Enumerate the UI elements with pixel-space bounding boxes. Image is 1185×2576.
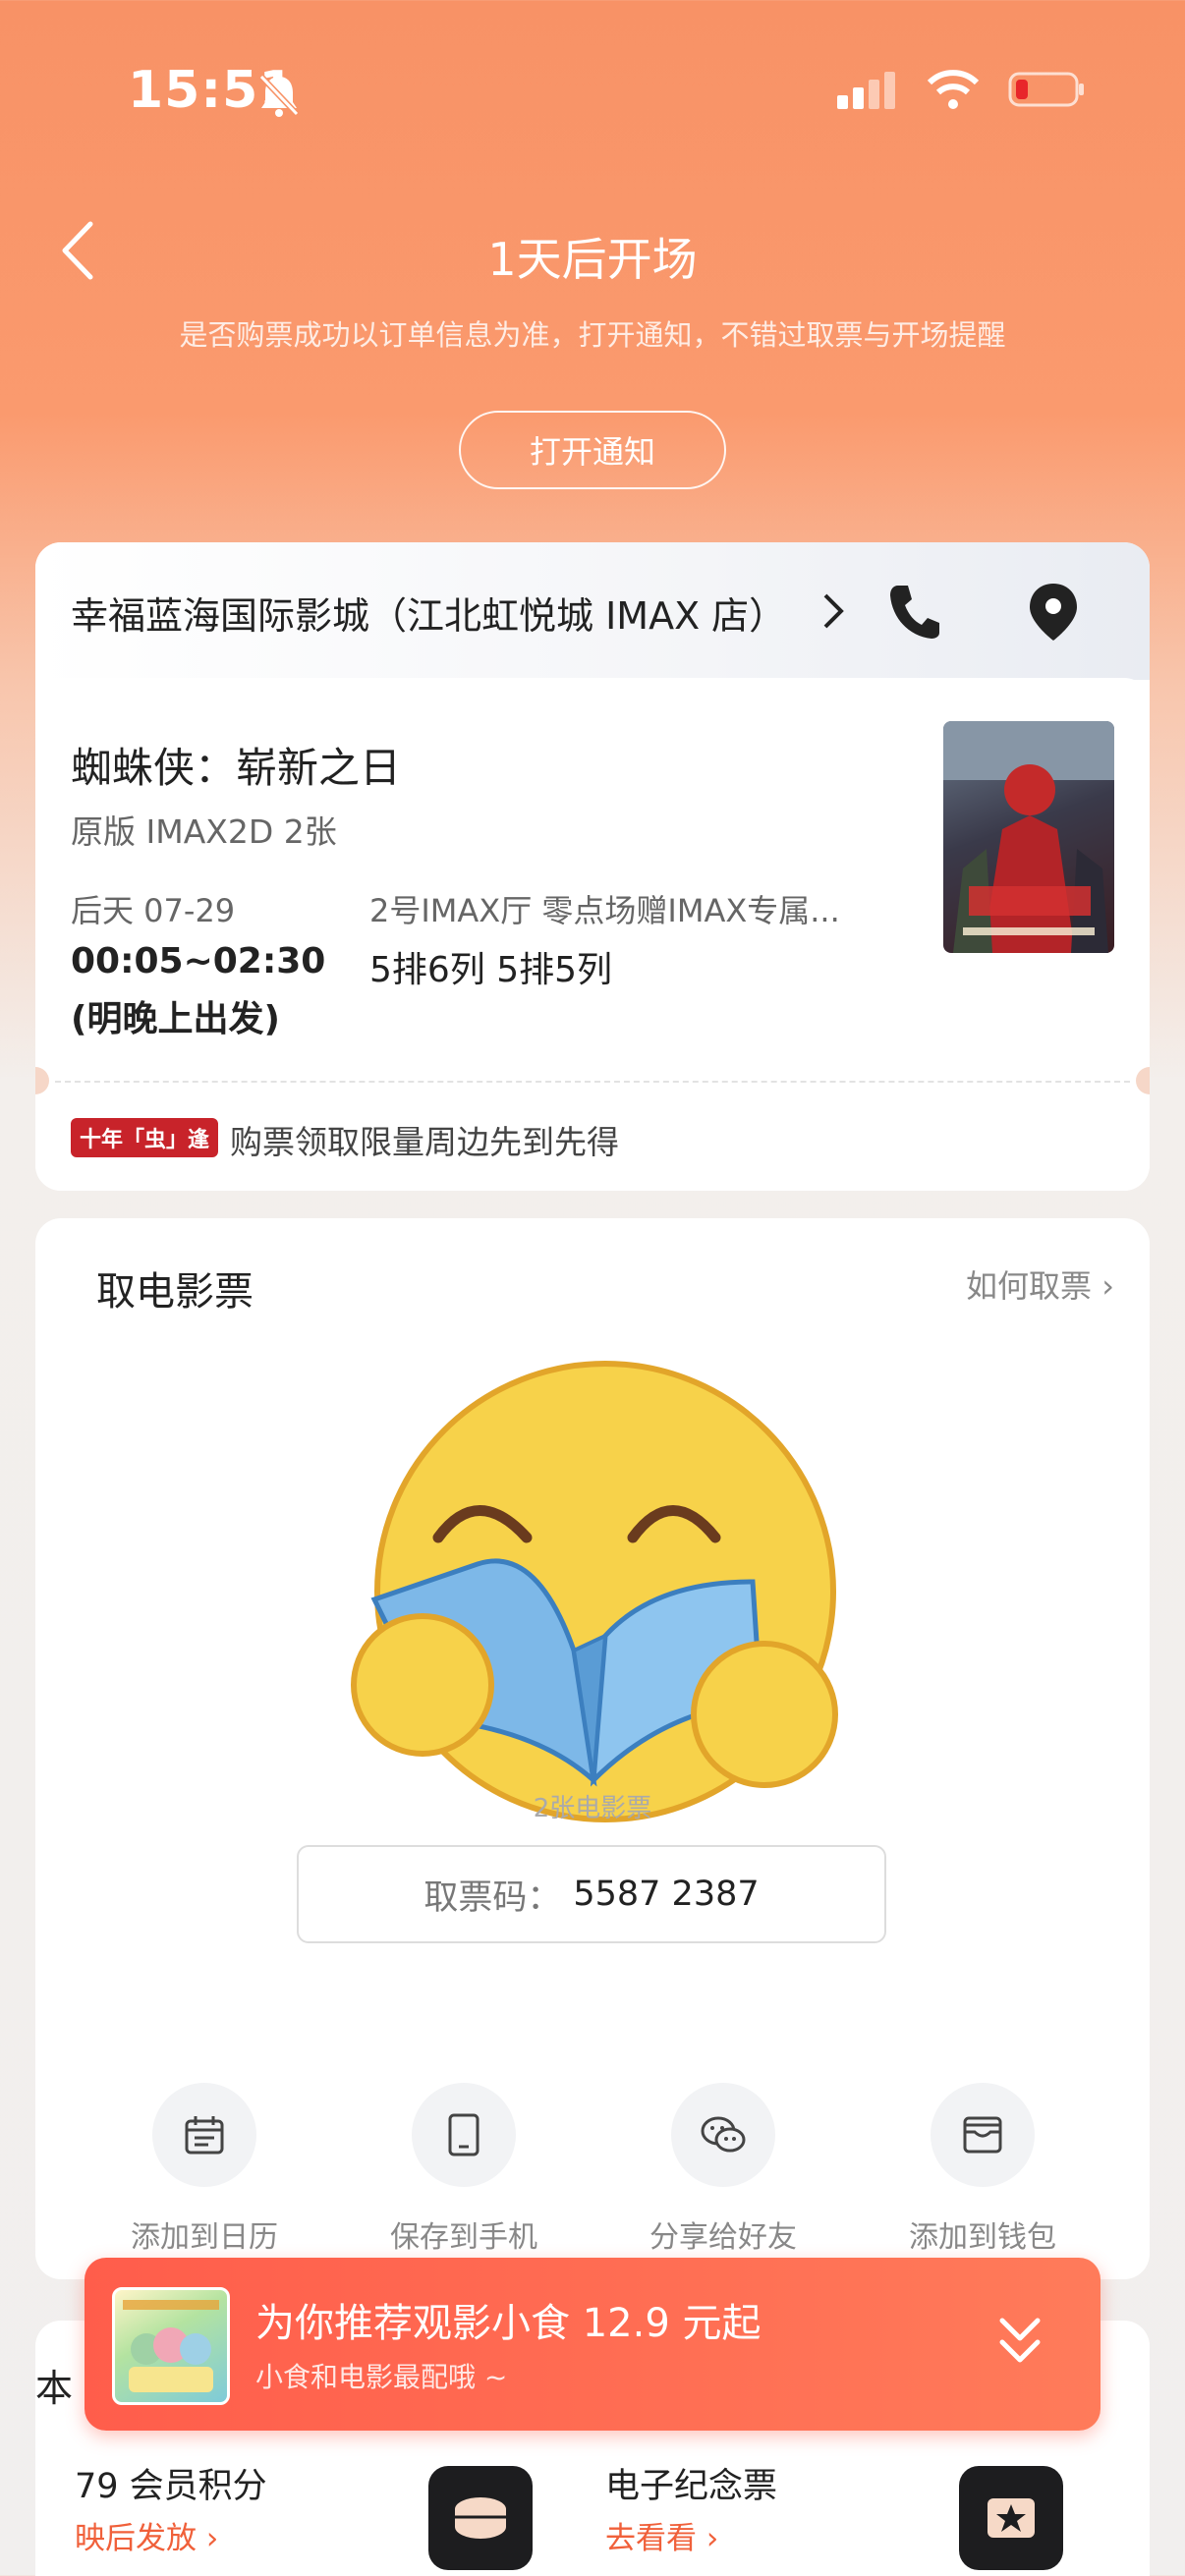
qr-caption: 2张电影票: [533, 1794, 652, 1823]
how-to-pickup-link[interactable]: 如何取票 ›: [966, 1261, 1114, 1307]
status-icons: [837, 69, 1087, 110]
star-ticket-icon: [959, 2466, 1063, 2570]
action-label: 分享给好友: [649, 2220, 797, 2255]
phone-save-icon: [412, 2083, 516, 2187]
member-points-cell[interactable]: 79 会员积分 映后发放 ›: [35, 2419, 566, 2576]
page-title: 1天后开场: [487, 233, 698, 286]
ticket-notch-right: [1136, 1067, 1150, 1094]
show-time-note: (明晚上出发): [71, 999, 280, 1039]
share-to-friend-button[interactable]: 分享给好友: [605, 2083, 841, 2256]
phone-icon[interactable]: [886, 582, 941, 641]
movie-version: 原版 IMAX2D 2张: [71, 812, 337, 851]
movie-title: 蜘蛛侠：崭新之日: [71, 744, 402, 792]
location-pin-icon[interactable]: [1028, 582, 1079, 643]
member-points-link[interactable]: 映后发放 ›: [75, 2513, 218, 2557]
snack-thumbnail: [112, 2287, 230, 2405]
snack-subtitle: 小食和电影最配哦 ~: [255, 2361, 508, 2393]
wifi-icon: [927, 70, 980, 109]
wallet-icon: [931, 2083, 1035, 2187]
wechat-icon: [671, 2083, 775, 2187]
save-to-phone-button[interactable]: 保存到手机: [346, 2083, 582, 2256]
snack-recommendation-banner[interactable]: 为你推荐观影小食 12.9 元起 小食和电影最配哦 ~: [85, 2258, 1100, 2431]
action-label: 添加到钱包: [909, 2220, 1056, 2255]
order-card: 幸福蓝海国际影城（江北虹悦城 IMAX 店） 蜘蛛侠：崭新之日 原版 IMAX2…: [35, 542, 1150, 1191]
benefits-title: 本: [35, 2367, 74, 2410]
show-time: 00:05~02:30: [71, 941, 326, 981]
show-date: 后天 07-29: [71, 892, 236, 929]
chevron-right-icon: [823, 593, 844, 629]
ticket-notch-left: [35, 1067, 49, 1094]
pickup-code-box[interactable]: 取票码： 5587 2387: [297, 1845, 886, 1943]
souvenir-ticket-cell[interactable]: 电子纪念票 去看看 ›: [566, 2419, 1097, 2576]
hall-name: 2号IMAX厅 零点场赠IMAX专属...: [369, 892, 840, 929]
reading-emoji-sticker: [351, 1361, 838, 1822]
pickup-code-label: 取票码：: [423, 1877, 562, 1918]
movie-poster[interactable]: [943, 721, 1114, 953]
page-subtitle: 是否购票成功以订单信息为准，打开通知，不错过取票与开场提醒: [179, 318, 1006, 352]
movie-panel: 蜘蛛侠：崭新之日 原版 IMAX2D 2张 后天 07-29 00:05~02:…: [35, 678, 1150, 1191]
coin-icon: [428, 2466, 533, 2570]
chevron-right-icon: ›: [1101, 1267, 1114, 1305]
pickup-code-value: 5587 2387: [573, 1875, 760, 1914]
signal-icon: [837, 72, 895, 109]
add-to-wallet-button[interactable]: 添加到钱包: [865, 2083, 1100, 2256]
snack-title: 为你推荐观影小食 12.9 元起: [255, 2301, 762, 2346]
double-chevron-down-icon[interactable]: [996, 2315, 1044, 2368]
cinema-name[interactable]: 幸福蓝海国际影城（江北虹悦城 IMAX 店）: [71, 586, 786, 640]
add-to-calendar-button[interactable]: 添加到日历: [86, 2083, 322, 2256]
member-points-title: 79 会员积分: [75, 2467, 267, 2506]
divider: [55, 1081, 1130, 1083]
poster-art: [943, 721, 1114, 953]
ticket-section-title: 取电影票: [96, 1269, 254, 1315]
seat-info: 5排6列 5排5列: [369, 950, 613, 990]
mute-bell-icon: [258, 74, 300, 117]
open-notification-button[interactable]: 打开通知: [459, 411, 726, 489]
souvenir-ticket-title: 电子纪念票: [605, 2467, 778, 2506]
promo-text[interactable]: 购票领取限量周边先到先得: [230, 1116, 619, 1163]
action-label: 保存到手机: [390, 2220, 537, 2255]
souvenir-ticket-link[interactable]: 去看看 ›: [605, 2513, 718, 2557]
cinema-header[interactable]: 幸福蓝海国际影城（江北虹悦城 IMAX 店）: [35, 542, 1150, 680]
action-label: 添加到日历: [131, 2220, 278, 2255]
calendar-icon: [152, 2083, 256, 2187]
ticket-card: 取电影票 如何取票 › 2张电影票 取票码： 5587 2387 添加到日历 保…: [35, 1218, 1150, 2279]
how-to-pickup-label: 如何取票: [966, 1267, 1093, 1305]
promo-badge: 十年「虫」逢: [71, 1118, 218, 1157]
battery-icon: [1008, 72, 1084, 107]
